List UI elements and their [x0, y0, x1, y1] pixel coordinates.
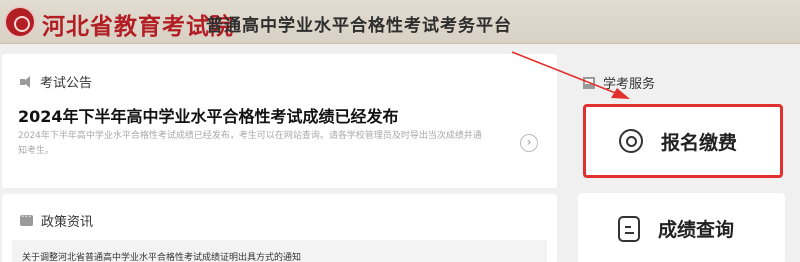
register-pay-button[interactable]: 报名缴费: [583, 104, 783, 178]
site-header: 河北省教育考试院 普通高中学业水平合格性考试考务平台: [0, 0, 800, 44]
document-icon: [618, 215, 640, 242]
services-section-title: 学考服务: [603, 77, 656, 92]
next-news-button[interactable]: ›: [520, 134, 538, 152]
policy-header: 政策资讯: [20, 210, 94, 230]
announcement-section-title: 考试公告: [40, 76, 93, 91]
services-header: 学考服务: [583, 73, 655, 92]
policy-list-item[interactable]: 关于调整河北省普通高中学业水平合格性考试成绩证明出具方式的通知: [12, 240, 547, 262]
announcement-header: 考试公告: [20, 72, 92, 91]
speaker-icon: [20, 75, 32, 88]
logo-emblem: [4, 6, 36, 38]
policy-section-title: 政策资讯: [41, 215, 94, 230]
score-query-button[interactable]: 成绩查询: [578, 193, 785, 262]
news-description: 2024年下半年高中学业水平合格性考试成绩已经发布，考生可以在网站查询。请各学校…: [18, 131, 482, 156]
platform-name: 普通高中学业水平合格性考试考务平台: [206, 16, 512, 36]
news-title[interactable]: 2024年下半年高中学业水平合格性考试成绩已经发布: [18, 103, 399, 127]
target-icon: [619, 129, 643, 153]
chat-icon: [20, 210, 33, 226]
score-query-label: 成绩查询: [658, 219, 735, 241]
register-pay-label: 报名缴费: [661, 131, 738, 154]
flag-icon: [583, 76, 595, 89]
